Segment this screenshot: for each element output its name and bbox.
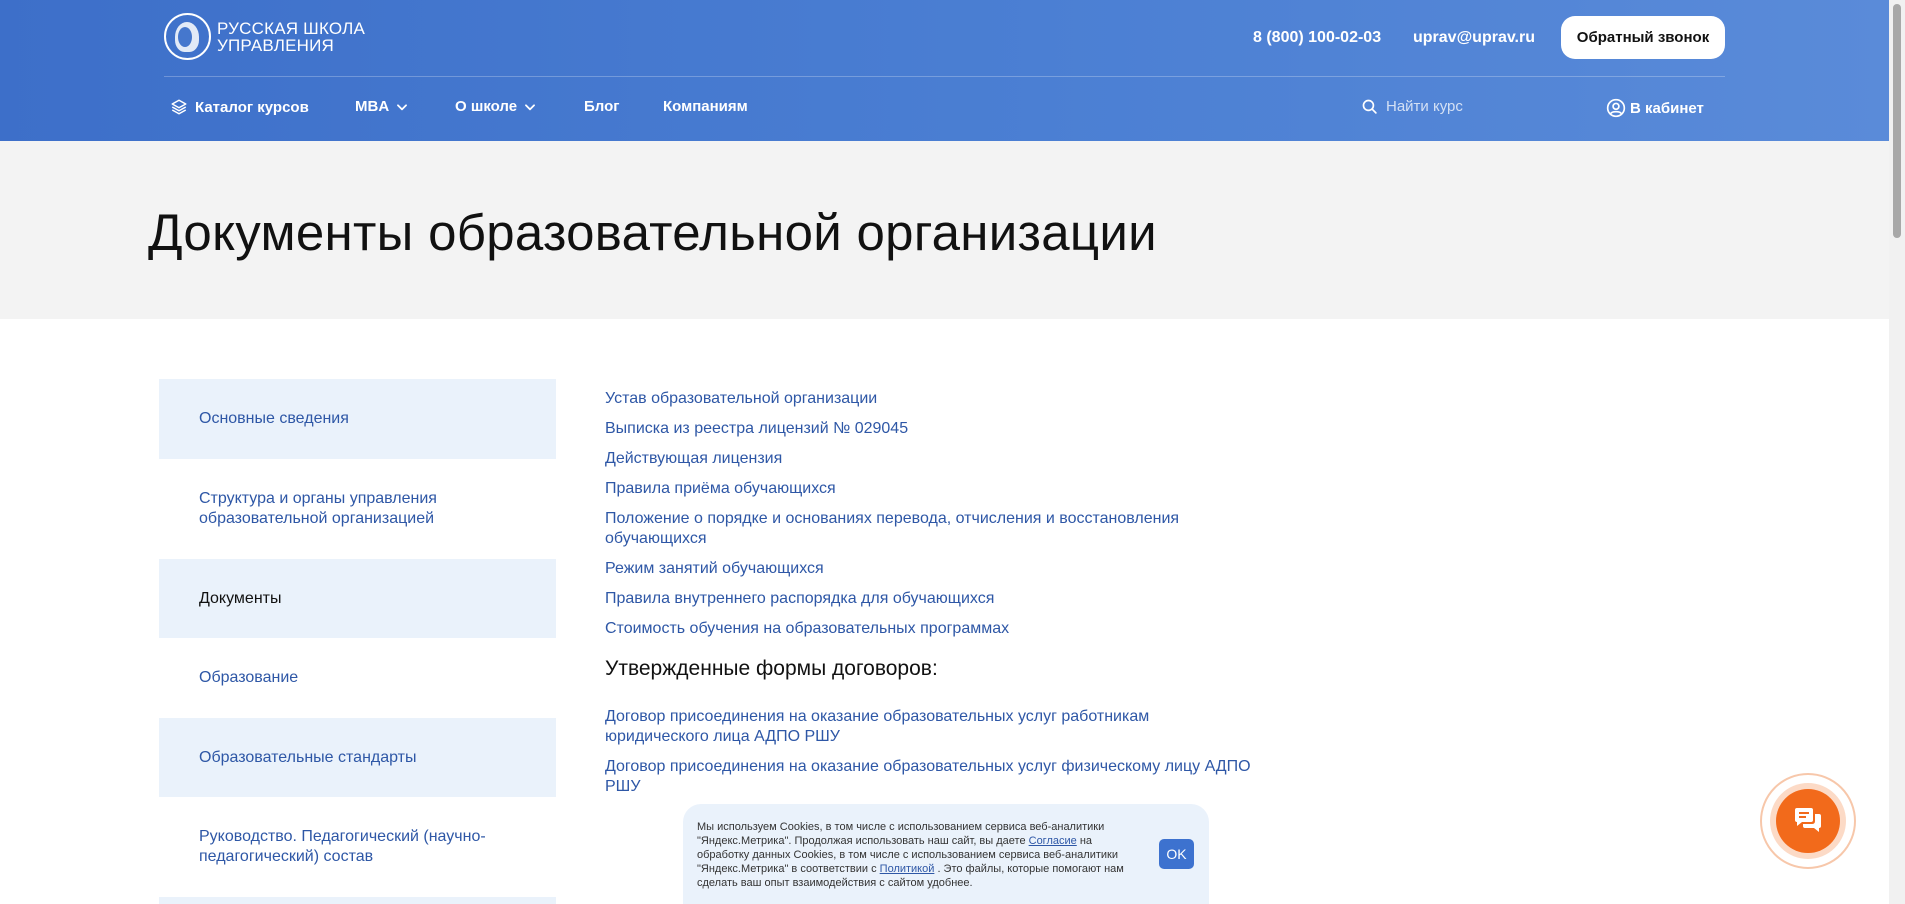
nav-about[interactable]: О школе — [455, 98, 537, 115]
page-scrollbar[interactable] — [1889, 0, 1905, 904]
chat-bubbles-icon — [1795, 808, 1821, 832]
cookie-banner: Мы используем Cookies, в том числе с исп… — [683, 804, 1209, 904]
callback-button[interactable]: Обратный звонок — [1561, 16, 1725, 59]
doc-link-class-schedule[interactable]: Режим занятий обучающихся — [605, 559, 1255, 579]
nav-mba[interactable]: MBA — [355, 98, 409, 115]
sidebar-item-standards[interactable]: Образовательные стандарты — [159, 718, 556, 797]
cookie-ok-button[interactable]: OK — [1159, 839, 1194, 869]
doc-link-tuition-cost[interactable]: Стоимость обучения на образовательных пр… — [605, 619, 1255, 639]
nav-catalog-label: Каталог курсов — [195, 98, 309, 116]
phone-link[interactable]: 8 (800) 100-02-03 — [1253, 29, 1381, 47]
doc-link-internal-rules[interactable]: Правила внутреннего распорядка для обуча… — [605, 589, 1255, 609]
layers-icon — [171, 99, 187, 115]
site-header: РУССКАЯ ШКОЛА УПРАВЛЕНИЯ 8 (800) 100-02-… — [0, 0, 1889, 141]
doc-link-admission-rules[interactable]: Правила приёма обучающихся — [605, 479, 1255, 499]
school-logo[interactable]: РУССКАЯ ШКОЛА УПРАВЛЕНИЯ — [164, 13, 365, 60]
sidebar-item-structure[interactable]: Структура и органы управления образовате… — [159, 459, 556, 559]
contracts-heading: Утвержденные формы договоров: — [605, 657, 938, 680]
sidebar-item-next[interactable] — [159, 897, 556, 904]
cookie-policy-link[interactable]: Политикой — [880, 863, 935, 875]
page-title: Документы образовательной организации — [148, 204, 1157, 261]
logo-line-1: РУССКАЯ ШКОЛА — [217, 18, 365, 38]
sidebar-item-basic-info[interactable]: Основные сведения — [159, 379, 556, 459]
search-icon — [1362, 99, 1377, 114]
sidebar-item-staff[interactable]: Руководство. Педагогический (научно-педа… — [159, 797, 556, 897]
sidebar-item-education[interactable]: Образование — [159, 638, 556, 718]
logo-emblem-icon — [164, 13, 211, 60]
cabinet-link[interactable]: В кабинет — [1606, 98, 1704, 118]
sidebar-item-documents[interactable]: Документы — [159, 559, 556, 638]
cabinet-label: В кабинет — [1630, 99, 1704, 117]
contracts-list: Договор присоединения на оказание образо… — [605, 707, 1255, 797]
email-link[interactable]: uprav@uprav.ru — [1413, 29, 1535, 47]
contract-link-individual[interactable]: Договор присоединения на оказание образо… — [605, 757, 1255, 797]
chat-widget — [1760, 773, 1856, 869]
scrollbar-thumb[interactable] — [1893, 4, 1901, 238]
nav-mba-label: MBA — [355, 98, 390, 115]
search-box — [1361, 98, 1536, 115]
documents-list: Устав образовательной организации Выписк… — [605, 389, 1255, 639]
nav-companies[interactable]: Компаниям — [663, 98, 748, 115]
contract-link-legal-entity[interactable]: Договор присоединения на оказание образо… — [605, 707, 1255, 747]
search-input[interactable] — [1386, 98, 1536, 115]
cookie-consent-link[interactable]: Согласие — [1029, 835, 1077, 847]
header-divider — [164, 76, 1725, 77]
chevron-down-icon — [525, 103, 536, 110]
doc-link-license[interactable]: Действующая лицензия — [605, 449, 1255, 469]
documents-content: Устав образовательной организации Выписк… — [605, 389, 1255, 807]
chat-button[interactable] — [1776, 789, 1840, 853]
logo-line-2: УПРАВЛЕНИЯ — [217, 35, 334, 55]
doc-link-license-extract[interactable]: Выписка из реестра лицензий № 029045 — [605, 419, 1255, 439]
logo-text: РУССКАЯ ШКОЛА УПРАВЛЕНИЯ — [217, 20, 365, 54]
nav-blog[interactable]: Блог — [584, 98, 620, 115]
chevron-down-icon — [397, 103, 408, 110]
nav-about-label: О школе — [455, 98, 518, 115]
doc-link-charter[interactable]: Устав образовательной организации — [605, 389, 1255, 409]
title-band: Документы образовательной организации — [0, 141, 1889, 319]
user-circle-icon — [1606, 98, 1626, 118]
sidebar-menu: Основные сведения Структура и органы упр… — [159, 379, 556, 904]
doc-link-transfer-regulation[interactable]: Положение о порядке и основаниях перевод… — [605, 509, 1255, 549]
nav-catalog[interactable]: Каталог курсов — [170, 98, 309, 116]
